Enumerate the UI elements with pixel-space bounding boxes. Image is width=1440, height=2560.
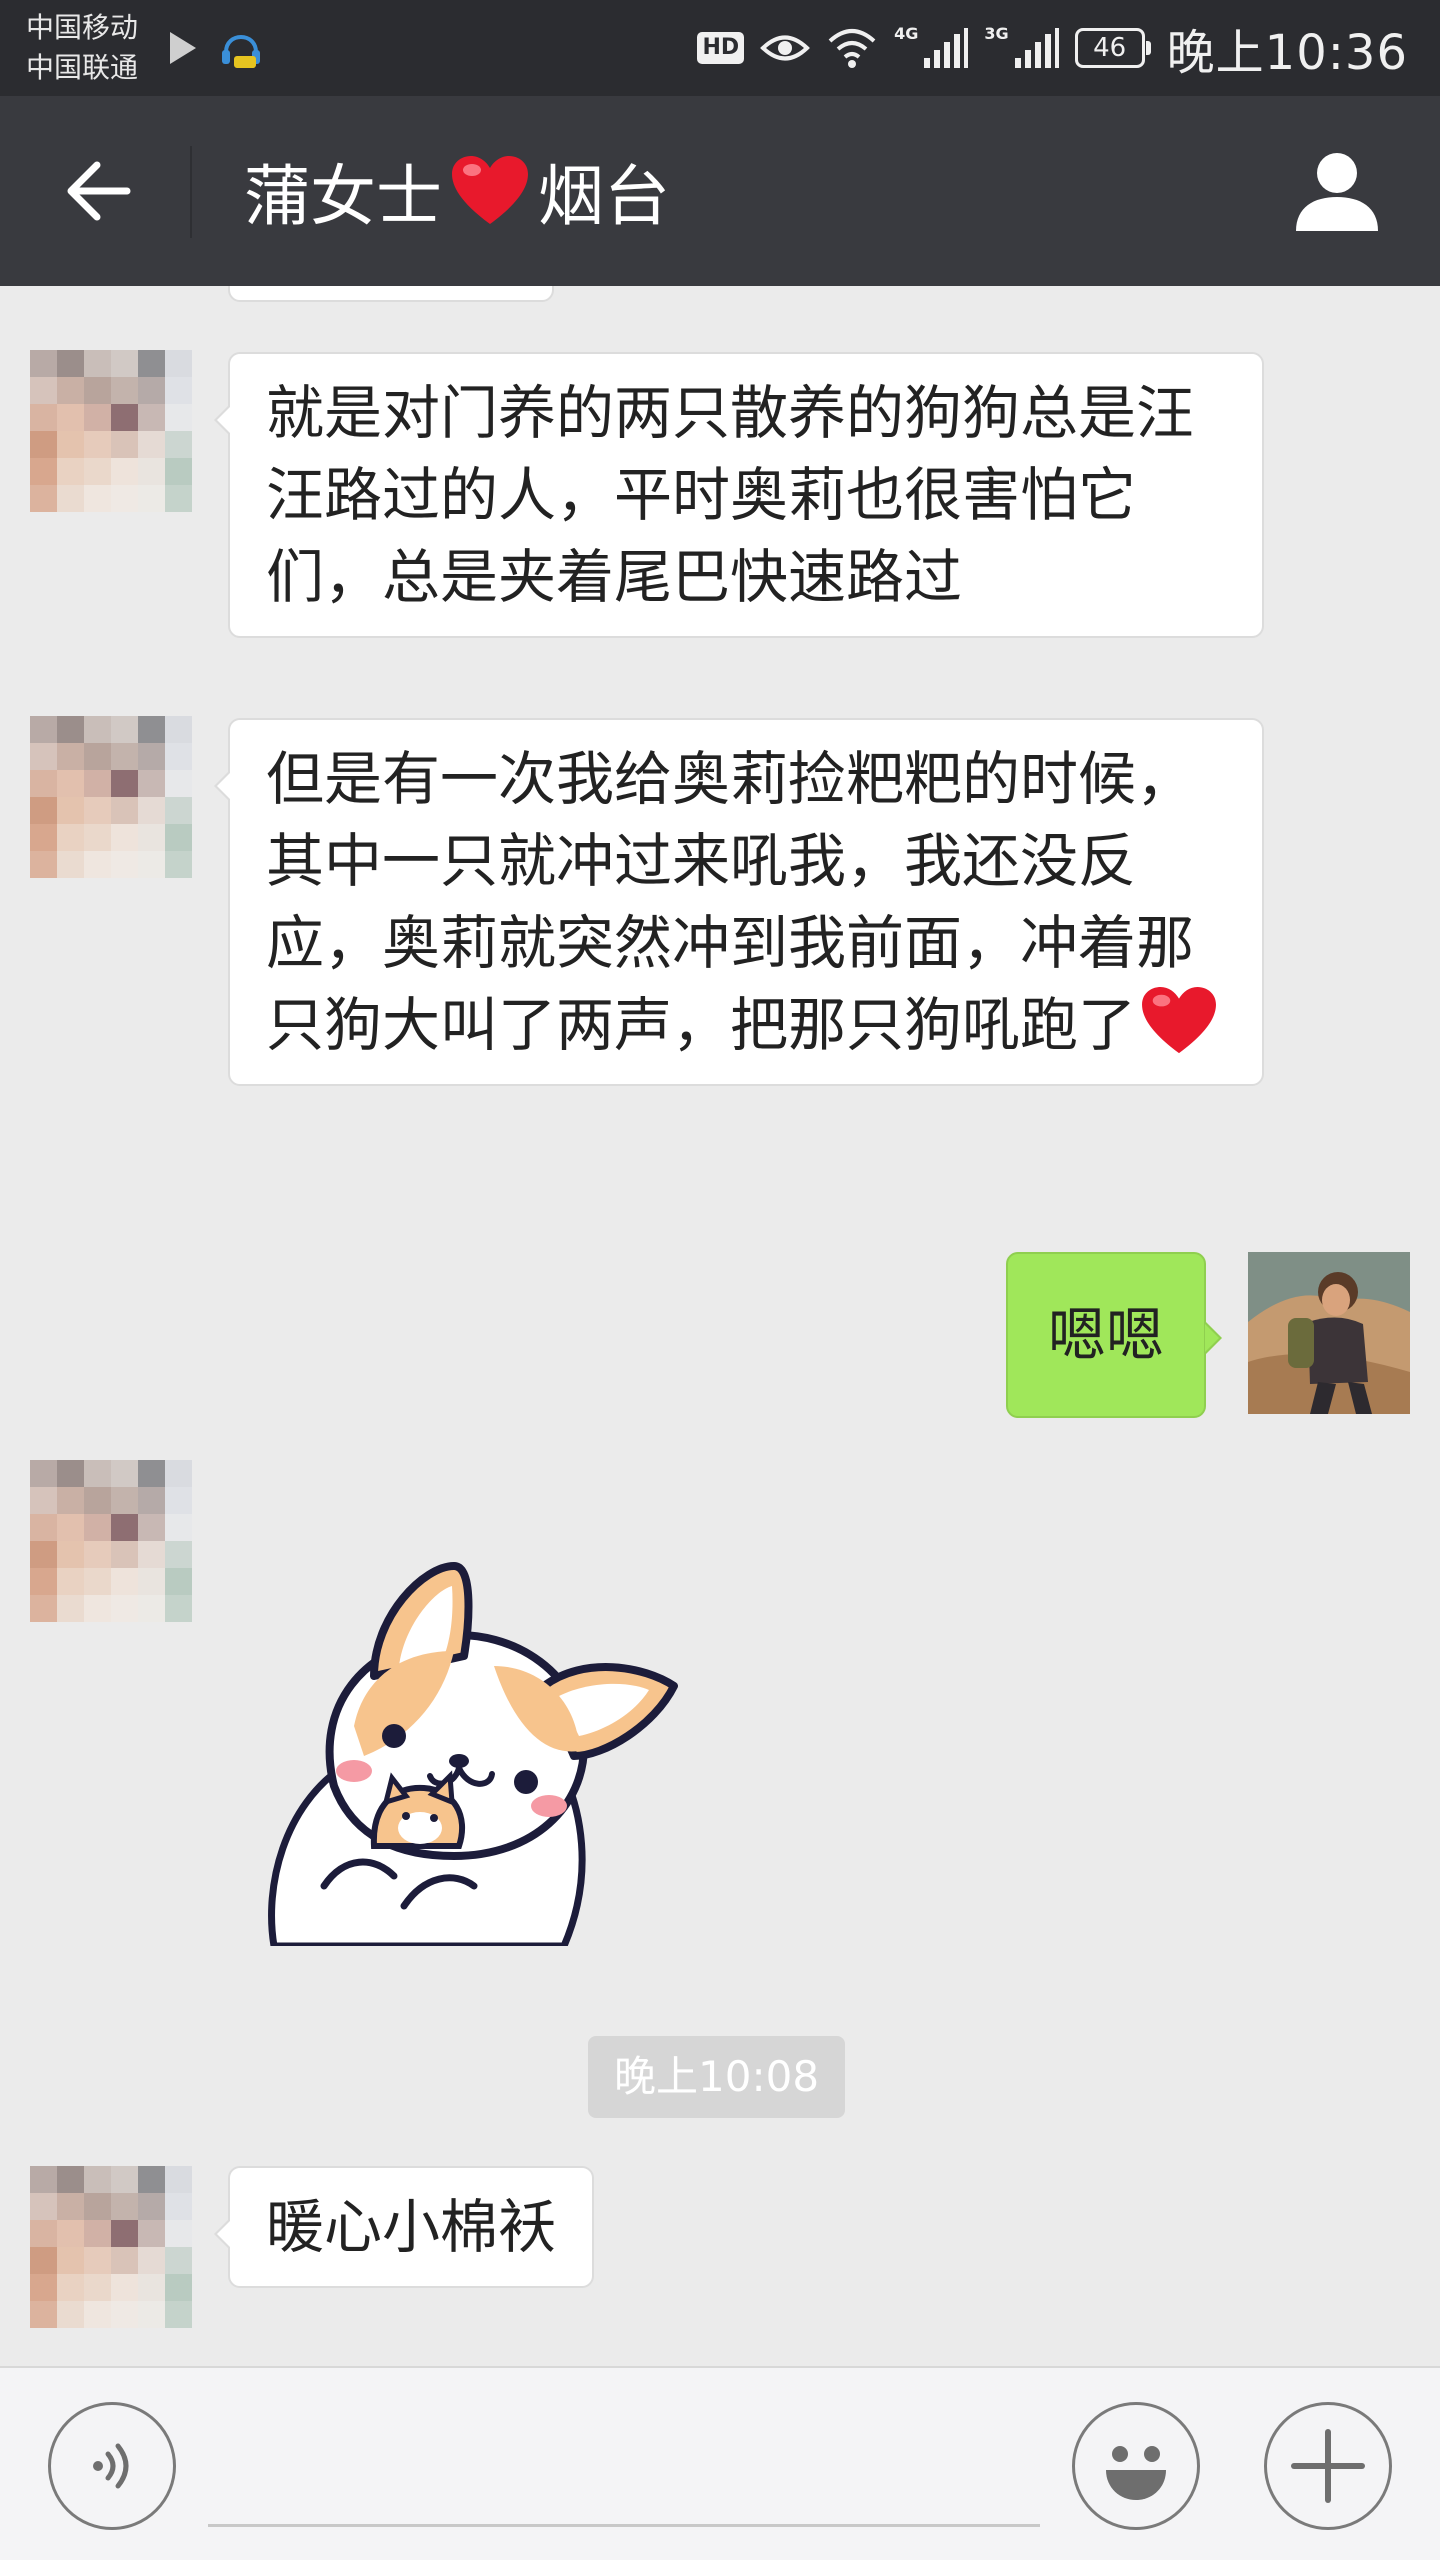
partial-message-bubble (228, 286, 554, 302)
contact-avatar[interactable] (30, 2166, 192, 2328)
plus-icon (1291, 2429, 1365, 2503)
contact-name: 蒲女士 (244, 158, 442, 235)
input-bar (0, 2366, 1440, 2560)
chat-header: 蒲女士 烟台 (0, 96, 1440, 286)
person-icon (1296, 153, 1378, 231)
smiley-icon (1106, 2446, 1166, 2500)
carrier-1: 中国移动 (26, 11, 139, 44)
user-photo (1248, 1252, 1410, 1414)
play-icon (170, 32, 196, 64)
voice-icon (93, 2443, 129, 2489)
message-text: 但是有一次我给奥莉捡粑粑的时候，其中一只就冲过来吼我，我还没反应，奥莉就突然冲到… (266, 745, 1195, 1059)
voice-button[interactable] (48, 2402, 176, 2530)
chat-info-button[interactable] (1282, 136, 1392, 246)
battery-indicator: 46 (1074, 28, 1151, 68)
contact-avatar[interactable] (30, 716, 192, 878)
message-text: 就是对门养的两只散养的狗狗总是汪汪路过的人，平时奥莉也很害怕它们，总是夹着尾巴快… (266, 379, 1195, 611)
message-text: 暖心小棉袄 (266, 2193, 557, 2261)
message-bubble[interactable]: 但是有一次我给奥莉捡粑粑的时候，其中一只就冲过来吼我，我还没反应，奥莉就突然冲到… (214, 718, 1264, 1086)
notification-app-icon (222, 35, 260, 68)
emoji-button[interactable] (1072, 2402, 1200, 2530)
contact-avatar[interactable] (30, 350, 192, 512)
network-type-1: 4G (894, 24, 919, 43)
network-type-2: 3G (984, 24, 1009, 43)
eye-comfort-icon (760, 35, 811, 61)
status-time: 晚上10:36 (1166, 25, 1408, 81)
wifi-icon (828, 29, 876, 68)
arrow-left-icon (67, 161, 131, 221)
contact-city: 烟台 (538, 158, 670, 235)
message-bubble[interactable]: 暖心小棉袄 (213, 2166, 595, 2288)
red-heart-icon (452, 156, 528, 224)
more-button[interactable] (1264, 2402, 1392, 2530)
status-indicators: HD 4G 3G 46 晚上10:36 (697, 0, 1408, 96)
message-text: 嗯嗯 (1048, 1301, 1165, 1369)
carrier-info: 中国移动 中国联通 (26, 8, 138, 88)
header-divider (190, 146, 192, 238)
chat-title: 蒲女士 烟台 (244, 96, 670, 286)
my-message-bubble[interactable]: 嗯嗯 (1006, 1252, 1223, 1418)
status-bar: 中国移动 中国联通 HD 4G 3G 46 晚上10:36 (0, 0, 1440, 96)
message-list[interactable]: 就是对门养的两只散养的狗狗总是汪汪路过的人，平时奥莉也很害怕它们，总是夹着尾巴快… (0, 286, 1440, 2366)
my-avatar[interactable] (1248, 1252, 1410, 1414)
message-input[interactable] (208, 2524, 1040, 2527)
red-heart-icon (1142, 986, 1216, 1054)
contact-avatar[interactable] (30, 1460, 192, 1622)
corgi-sticker[interactable] (254, 1556, 694, 1946)
hd-badge: HD (697, 32, 745, 64)
carrier-2: 中国联通 (26, 51, 139, 84)
signal-icon-2 (1014, 28, 1059, 68)
contact-avatar[interactable] (30, 286, 192, 300)
time-divider: 晚上10:08 (588, 2036, 846, 2118)
signal-icon-1 (924, 28, 969, 68)
message-bubble[interactable]: 就是对门养的两只散养的狗狗总是汪汪路过的人，平时奥莉也很害怕它们，总是夹着尾巴快… (214, 352, 1264, 638)
back-button[interactable] (48, 136, 148, 246)
